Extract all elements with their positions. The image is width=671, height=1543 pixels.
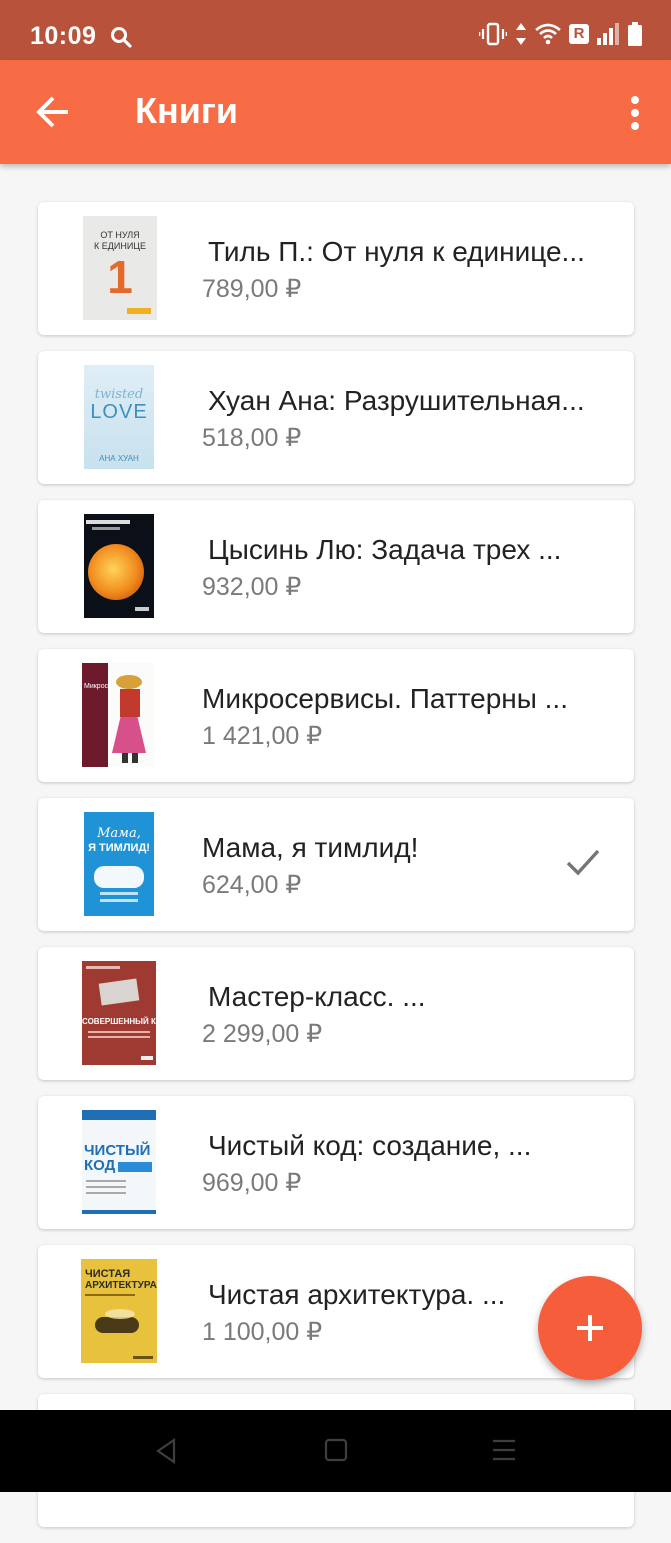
- book-price: 518,00 ₽: [202, 424, 302, 452]
- book-card[interactable]: ОТ НУЛЯ К ЕДИНИЦЕ 1 Тиль П.: От нуля к е…: [38, 202, 634, 335]
- book-title: Цысинь Лю: Задача трех ...: [208, 534, 562, 565]
- add-icon: [577, 1315, 603, 1341]
- add-book-button[interactable]: [538, 1276, 642, 1380]
- cover-text: Я ТИМЛИД!: [88, 842, 150, 854]
- book-title: Мама, я тимлид!: [202, 832, 419, 863]
- app-bar: Книги: [0, 60, 671, 164]
- page-title: Книги: [135, 90, 238, 131]
- book-card[interactable]: СОВЕРШЕННЫЙ КОД Мастер-класс. ... 2 299,…: [38, 947, 634, 1080]
- book-text: Микросервисы. Паттерны ... 1 421,00 ₽: [202, 649, 604, 782]
- book-text: Мама, я тимлид! 624,00 ₽: [202, 798, 604, 931]
- book-price: 2 299,00 ₽: [202, 1020, 323, 1048]
- nav-recents-icon[interactable]: [491, 1438, 517, 1462]
- cover-text: ЧИСТАЯ: [85, 1268, 131, 1280]
- book-text: Тиль П.: От нуля к единице... 789,00 ₽: [202, 202, 604, 335]
- cover-text: twisted: [94, 387, 144, 402]
- system-navigation-bar: [0, 1410, 671, 1492]
- cover-text: КОД: [84, 1157, 116, 1174]
- data-arrows-icon: [516, 23, 526, 45]
- nav-home-icon[interactable]: [324, 1438, 348, 1462]
- cover-text: ОТ НУЛЯ: [100, 230, 140, 240]
- book-cover: Мама, Я ТИМЛИД!: [84, 812, 154, 916]
- more-vert-icon[interactable]: [629, 96, 641, 130]
- cover-text: 1: [107, 251, 133, 303]
- cover-text: АРХИТЕКТУРА: [85, 1280, 157, 1291]
- wifi-icon: [535, 23, 561, 45]
- book-card[interactable]: ЧИСТЫЙ КОД Чистый код: создание, ... 969…: [38, 1096, 634, 1229]
- network-badge: R: [569, 24, 589, 44]
- nav-back-icon[interactable]: [154, 1438, 178, 1464]
- vibrate-icon: [479, 22, 507, 46]
- signal-icon: [597, 23, 619, 45]
- status-icons: R: [479, 22, 643, 46]
- back-arrow-icon[interactable]: [36, 95, 70, 129]
- book-cover: ОТ НУЛЯ К ЕДИНИЦЕ 1: [83, 216, 157, 320]
- book-price: 624,00 ₽: [202, 871, 302, 899]
- book-text: Мастер-класс. ... 2 299,00 ₽: [202, 947, 604, 1080]
- book-cover: ЧИСТАЯ АРХИТЕКТУРА: [81, 1259, 157, 1363]
- book-price: 932,00 ₽: [202, 573, 302, 601]
- cover-text: LOVE: [90, 401, 148, 423]
- cover-text: СОВЕРШЕННЫЙ КОД: [82, 1017, 156, 1026]
- book-cover: СОВЕРШЕННЫЙ КОД: [82, 961, 156, 1065]
- book-text: Хуан Ана: Разрушительная... 518,00 ₽: [202, 351, 604, 484]
- book-cover: [84, 514, 154, 618]
- book-title: Чистый код: создание, ...: [208, 1130, 532, 1161]
- book-title: Хуан Ана: Разрушительная...: [208, 385, 585, 416]
- book-cover: twisted LOVE АНА ХУАН: [84, 365, 154, 469]
- book-price: 1 100,00 ₽: [202, 1318, 323, 1346]
- book-price: 789,00 ₽: [202, 275, 302, 303]
- status-time: 10:09: [30, 22, 97, 50]
- book-cover: Микросервисы: [82, 663, 154, 767]
- book-cover: ЧИСТЫЙ КОД: [82, 1110, 156, 1214]
- book-title: Мастер-класс. ...: [208, 981, 426, 1012]
- book-price: 1 421,00 ₽: [202, 722, 323, 750]
- book-title: Тиль П.: От нуля к единице...: [208, 236, 585, 267]
- search-icon: [111, 27, 132, 48]
- book-card[interactable]: Мама, Я ТИМЛИД! Мама, я тимлид! 624,00 ₽: [38, 798, 634, 931]
- battery-icon: [628, 22, 642, 46]
- book-card[interactable]: Цысинь Лю: Задача трех ... 932,00 ₽: [38, 500, 634, 633]
- book-card[interactable]: twisted LOVE АНА ХУАН Хуан Ана: Разрушит…: [38, 351, 634, 484]
- book-title: Микросервисы. Паттерны ...: [202, 683, 568, 714]
- book-text: Цысинь Лю: Задача трех ... 932,00 ₽: [202, 500, 604, 633]
- book-text: Чистый код: создание, ... 969,00 ₽: [202, 1096, 604, 1229]
- status-bar: 10:09 R: [0, 0, 671, 60]
- book-price: 969,00 ₽: [202, 1169, 302, 1197]
- cover-text: АНА ХУАН: [99, 454, 139, 463]
- check-icon: [566, 849, 600, 876]
- cover-text: Мама,: [97, 826, 141, 841]
- book-card[interactable]: Микросервисы Микросервисы. Паттерны ... …: [38, 649, 634, 782]
